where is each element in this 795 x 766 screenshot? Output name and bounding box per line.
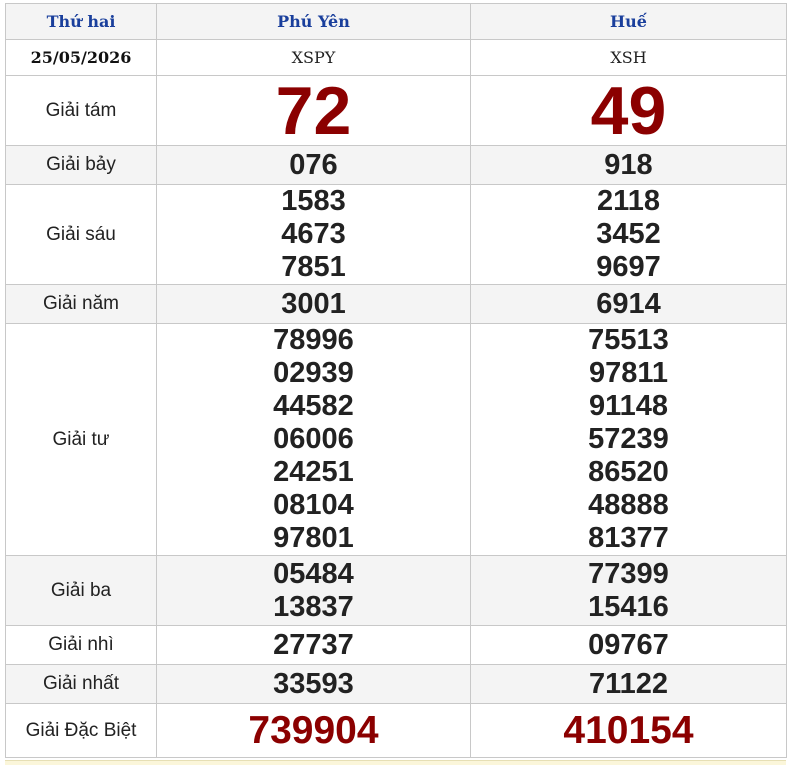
province-phu-yen-link[interactable]: Phú Yên [156, 3, 471, 40]
prize-row-giai-tam: Giải tám 72 49 [5, 75, 787, 146]
results-table-wrapper: Thứ hai Phú Yên Huế 25/05/2026 XSPY XSH … [5, 3, 787, 758]
lottery-results-table: Thứ hai Phú Yên Huế 25/05/2026 XSPY XSH … [5, 3, 787, 758]
prize-numbers-p1: 1583 4673 7851 [156, 184, 471, 285]
prize-label: Giải tư [5, 323, 157, 556]
prize-number: 02939 [273, 357, 354, 389]
prize-number: 97811 [588, 357, 669, 389]
prize-row-giai-nhi: Giải nhì 27737 09767 [5, 625, 787, 665]
prize-number: 3452 [596, 218, 661, 250]
prize-label: Giải tám [5, 75, 157, 146]
prize-number-p2: 918 [470, 145, 787, 185]
prize-number-p2: 09767 [470, 625, 787, 665]
prize-number: 97801 [273, 522, 354, 554]
prize-number: 75513 [588, 324, 669, 356]
prize-label: Giải Đặc Biệt [5, 703, 157, 758]
prize-number: 15416 [588, 590, 669, 623]
prize-label: Giải năm [5, 284, 157, 324]
prize-number-p1: 3001 [156, 284, 471, 324]
prize-number-p1: 076 [156, 145, 471, 185]
prize-row-giai-ba: Giải ba 05484 13837 77399 15416 [5, 555, 787, 626]
prize-label: Giải ba [5, 555, 157, 626]
prize-label: Giải sáu [5, 184, 157, 285]
prize-number: 05484 [273, 557, 354, 590]
prize-number: 81377 [588, 522, 669, 554]
special-prize-number-p1: 739904 [156, 703, 471, 758]
prize-number-p1: 27737 [156, 625, 471, 665]
province-hue-link[interactable]: Huế [470, 3, 787, 40]
prize-row-giai-dac-biet: Giải Đặc Biệt 739904 410154 [5, 703, 787, 758]
code-xspy: XSPY [156, 39, 471, 76]
prize-number: 24251 [273, 456, 354, 488]
prize-numbers-p2: 2118 3452 9697 [470, 184, 787, 285]
codes-row: 25/05/2026 XSPY XSH [5, 39, 787, 76]
prize-row-giai-nhat: Giải nhất 33593 71122 [5, 664, 787, 704]
footer-divider [5, 760, 786, 765]
prize-number: 13837 [273, 590, 354, 623]
prize-number: 9697 [596, 251, 661, 283]
code-xsh: XSH [470, 39, 787, 76]
prize-numbers-p2: 77399 15416 [470, 555, 787, 626]
prize-number: 86520 [588, 456, 669, 488]
prize-number-p2: 49 [470, 75, 787, 146]
prize-number: 06006 [273, 423, 354, 455]
day-of-week: Thứ hai [5, 3, 157, 40]
prize-row-giai-tu: Giải tư 78996 02939 44582 06006 24251 08… [5, 323, 787, 556]
draw-date-link[interactable]: 25/05/2026 [5, 39, 157, 76]
prize-number-p2: 6914 [470, 284, 787, 324]
prize-number-p1: 72 [156, 75, 471, 146]
prize-number: 4673 [281, 218, 346, 250]
prize-numbers-p1: 78996 02939 44582 06006 24251 08104 9780… [156, 323, 471, 556]
prize-label: Giải nhất [5, 664, 157, 704]
prize-row-giai-sau: Giải sáu 1583 4673 7851 2118 3452 9697 [5, 184, 787, 285]
special-prize-number-p2: 410154 [470, 703, 787, 758]
prize-label: Giải bảy [5, 145, 157, 185]
prize-number: 08104 [273, 489, 354, 521]
prize-number: 44582 [273, 390, 354, 422]
prize-row-giai-nam: Giải năm 3001 6914 [5, 284, 787, 324]
prize-label: Giải nhì [5, 625, 157, 665]
prize-number: 78996 [273, 324, 354, 356]
prize-number: 77399 [588, 557, 669, 590]
prize-number: 91148 [588, 390, 669, 422]
prize-number: 7851 [281, 251, 346, 283]
prize-number: 48888 [588, 489, 669, 521]
prize-numbers-p2: 75513 97811 91148 57239 86520 48888 8137… [470, 323, 787, 556]
prize-number-p2: 71122 [470, 664, 787, 704]
header-row: Thứ hai Phú Yên Huế [5, 3, 787, 40]
prize-number-p1: 33593 [156, 664, 471, 704]
prize-number: 2118 [597, 185, 660, 217]
prize-row-giai-bay: Giải bảy 076 918 [5, 145, 787, 185]
prize-numbers-p1: 05484 13837 [156, 555, 471, 626]
prize-number: 1583 [281, 185, 346, 217]
prize-number: 57239 [588, 423, 669, 455]
